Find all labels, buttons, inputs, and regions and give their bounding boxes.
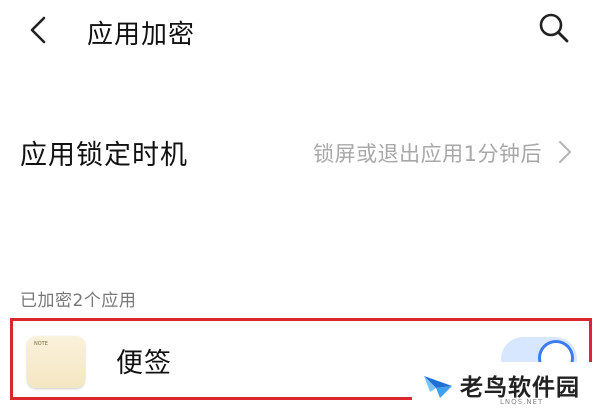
watermark-subtext: LNQS.NET [500,398,544,406]
page-title: 应用加密 [87,20,196,50]
watermark: 老鸟软件园 LNQS.NET [412,362,600,412]
lock-timing-label: 应用锁定时机 [20,140,188,171]
notes-app-icon-text: NOTE [34,341,48,347]
lock-timing-value: 锁屏或退出应用1分钟后 [313,142,542,166]
watermark-text: 老鸟软件园 [460,375,580,401]
search-button[interactable] [536,10,572,46]
bird-logo-icon [424,376,452,398]
encrypted-apps-section-label: 已加密2个应用 [20,291,137,311]
search-icon [539,13,569,43]
app-encryption-page: 应用加密 应用锁定时机 锁屏或退出应用1分钟后 已加密2个应用 NOTE 便签 [0,0,600,412]
app-name: 便签 [116,348,172,379]
lock-timing-row[interactable]: 应用锁定时机 锁屏或退出应用1分钟后 [0,118,600,188]
back-button[interactable] [22,12,58,48]
chevron-left-icon [30,16,46,44]
chevron-right-icon [559,141,571,163]
notes-app-icon: NOTE [27,336,85,388]
